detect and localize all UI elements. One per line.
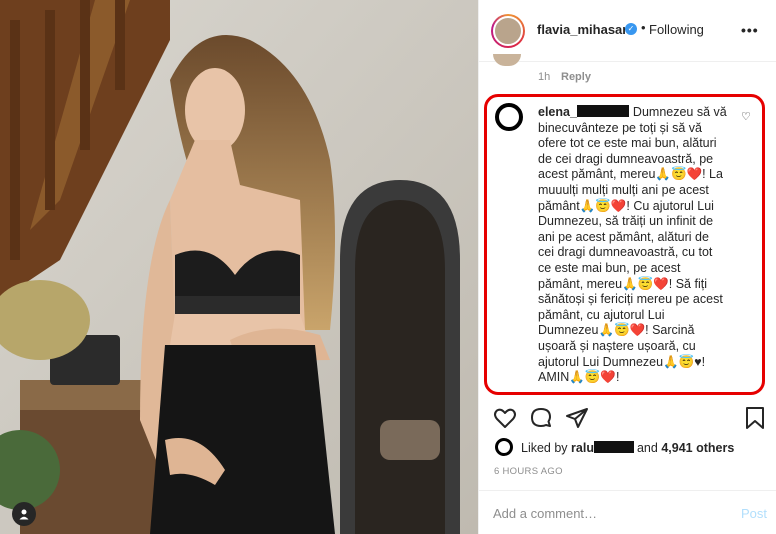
likes-text: Liked by ralu and 4,941 others (521, 441, 734, 455)
more-options-icon[interactable]: ••• (741, 22, 759, 38)
comment-text: Dumnezeu să vă binecuvânteze pe toți și … (538, 105, 727, 385)
likes-prefix: Liked by (521, 441, 568, 455)
post-timestamp[interactable]: 6 HOURS AGO (494, 466, 563, 477)
liker-username[interactable]: ralu (571, 441, 594, 455)
share-icon[interactable] (565, 406, 591, 432)
add-comment-bar: Post (479, 490, 776, 534)
commenter-username[interactable]: elena_ (538, 105, 577, 119)
header-separator: • (641, 20, 646, 35)
post-button[interactable]: Post (741, 506, 767, 521)
previous-comment: 1h Reply (479, 54, 776, 90)
action-bar (479, 402, 776, 436)
bookmark-icon[interactable] (743, 406, 769, 432)
author-username[interactable]: flavia_mihasan (537, 22, 630, 37)
photo-illustration (0, 0, 478, 534)
user-tag-glyph (19, 509, 29, 520)
liker-avatar[interactable] (495, 438, 513, 456)
post-side-panel: flavia_mihasan ✓ • Following ••• 1h Repl… (478, 0, 776, 534)
likes-count[interactable]: 4,941 others (661, 441, 734, 455)
verified-icon: ✓ (625, 23, 637, 35)
reply-button[interactable]: Reply (561, 71, 591, 83)
previous-comment-time: 1h (538, 71, 551, 83)
following-button[interactable]: Following (649, 22, 704, 37)
heart-icon[interactable] (493, 406, 519, 432)
likes-and: and (636, 441, 658, 455)
comment-icon[interactable] (529, 406, 555, 432)
redaction-bar (593, 441, 634, 453)
comment-heart-icon[interactable]: ♡ (741, 110, 751, 123)
redaction-bar (576, 105, 629, 117)
commenter-avatar[interactable] (495, 103, 523, 131)
likes-summary: Liked by ralu and 4,941 others (494, 438, 774, 460)
previous-comment-avatar[interactable] (493, 54, 521, 66)
comment-input[interactable] (493, 503, 723, 523)
author-avatar[interactable] (491, 14, 525, 48)
comment-body: elena_ Dumnezeu să vă binecuvânteze pe to… (538, 105, 728, 386)
post-photo[interactable] (0, 0, 478, 534)
post-header: flavia_mihasan ✓ • Following ••• (479, 0, 776, 62)
user-tag-icon[interactable] (12, 502, 36, 526)
